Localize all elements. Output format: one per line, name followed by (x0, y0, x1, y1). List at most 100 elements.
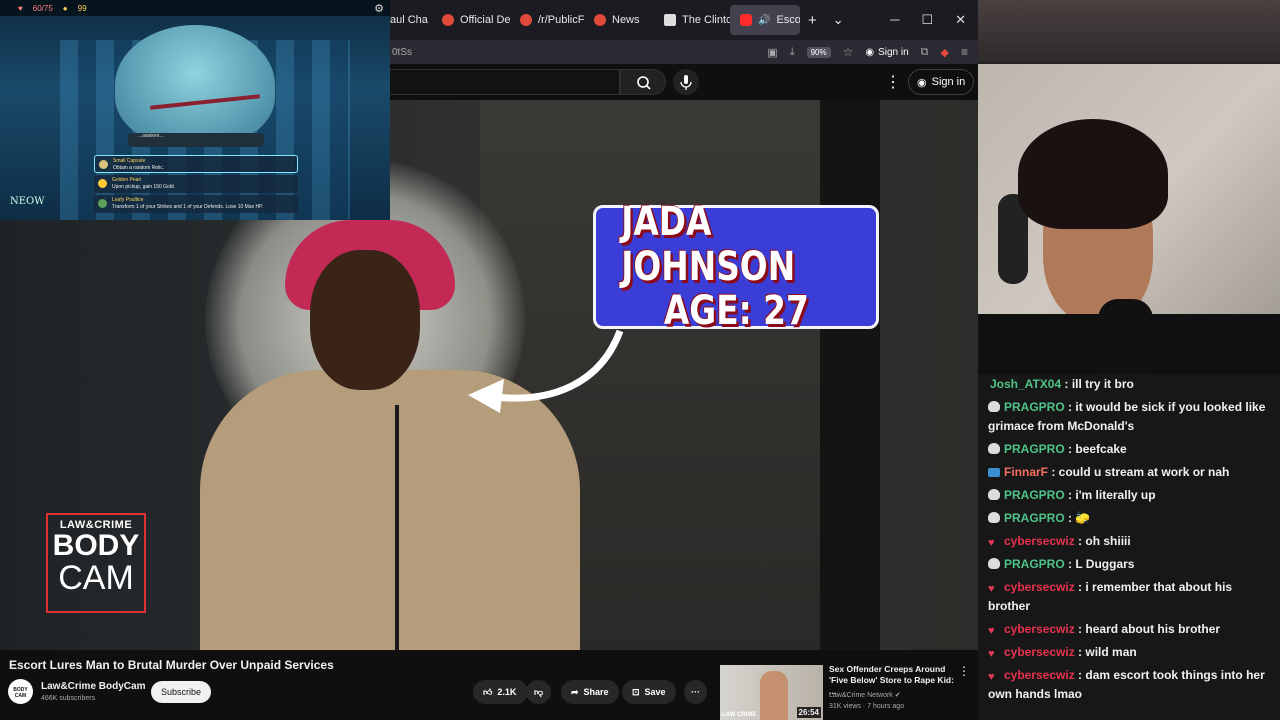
game-gold: 99 (77, 3, 87, 13)
gear-icon[interactable]: ⚙ (374, 2, 384, 15)
chat-message: PRAGPRO : i'm literally up (988, 486, 1272, 505)
user-circle-icon: ◉ (917, 76, 927, 89)
minimize-icon[interactable]: ─ (890, 12, 899, 28)
extensions-icon[interactable]: ⧉ (921, 46, 929, 59)
addon-icon[interactable]: ◆ (941, 46, 949, 59)
settings-more-icon[interactable]: ⋮ (885, 72, 901, 92)
chat-separator: : (1064, 400, 1076, 414)
chat-username[interactable]: FinnarF (1004, 465, 1048, 479)
tab-list-button[interactable]: ⌄ (825, 5, 852, 35)
logo-bottom-text: CAM (58, 559, 134, 597)
close-window-icon[interactable]: ✕ (955, 12, 966, 28)
chat-username[interactable]: cybersecwiz (1004, 668, 1075, 682)
chat-username[interactable]: PRAGPRO (1004, 511, 1065, 525)
chat-message: ♥ cybersecwiz : oh shiiii (988, 532, 1272, 551)
download-icon[interactable]: ⤓ (790, 46, 795, 59)
menu-icon[interactable]: ≡ (961, 45, 968, 59)
share-icon: ➦ (571, 686, 579, 697)
window-controls: ─ ☐ ✕ (890, 12, 978, 28)
maximize-icon[interactable]: ☐ (921, 12, 933, 28)
chat-username[interactable]: cybersecwiz (1004, 534, 1075, 548)
video-info: Escort Lures Man to Brutal Murder Over U… (0, 650, 978, 720)
search-button[interactable] (620, 69, 666, 95)
heart-icon: ♥ (18, 3, 23, 13)
new-tab-button[interactable]: + (800, 5, 825, 35)
account-signin[interactable]: ◉ Sign in (865, 47, 908, 58)
dislike-button[interactable]: 👎︎ (526, 680, 552, 704)
chat-username[interactable]: cybersecwiz (1004, 622, 1075, 636)
chat-separator: : (1074, 622, 1086, 636)
tab-label: /r/PublicFre (538, 14, 584, 26)
tab-2[interactable]: Official Dest (432, 5, 510, 35)
video-duration: 26:54 (796, 707, 821, 718)
voice-search-button[interactable] (673, 69, 699, 95)
chat-message: FinnarF : could u stream at work or nah (988, 463, 1272, 482)
webcam-microphone (1098, 299, 1153, 374)
url-text: 0tSs (392, 46, 413, 58)
arrow-graphic (468, 329, 624, 413)
zoom-level[interactable]: 90% (806, 46, 831, 58)
chat-separator: : (1074, 534, 1086, 548)
game-option[interactable]: Small Capsule Obtain a random Relic. (94, 155, 298, 173)
chat-separator: : (1074, 580, 1086, 594)
recommended-more-icon[interactable]: ⋮ (958, 664, 970, 678)
channel-avatar[interactable]: BODY CAM (8, 679, 33, 704)
skull-badge-icon (988, 401, 1000, 412)
subscribe-button[interactable]: Subscribe (151, 681, 212, 703)
tab-4[interactable]: News (584, 5, 654, 35)
search-input[interactable] (390, 69, 620, 95)
save-button[interactable]: ⊡ Save (622, 680, 676, 704)
recommended-channel-name: Law&Crime Network (829, 692, 893, 699)
channel-name[interactable]: Law&Crime BodyCam (41, 681, 145, 692)
account-icon: ◉ (865, 46, 875, 58)
bookmark-star-icon[interactable]: ☆ (843, 45, 854, 59)
recommended-channel[interactable]: Law&Crime Network ✔ (829, 691, 901, 699)
share-button[interactable]: ➦ Share (561, 680, 619, 704)
chat-message: PRAGPRO : L Duggars (988, 555, 1272, 574)
reader-view-icon[interactable]: ▣ (767, 46, 777, 59)
option-desc: Transform 1 of your Strikes and 1 of you… (112, 203, 264, 210)
search-icon (637, 76, 651, 90)
chat-username[interactable]: PRAGPRO (1004, 442, 1065, 456)
game-hp: 60/75 (32, 3, 53, 13)
wikipedia-icon (664, 14, 676, 26)
chat-separator: : (1064, 442, 1076, 456)
browser-tabbar: aul Cha Official Dest /r/PublicFre News … (390, 0, 978, 40)
like-button[interactable]: 👍︎ 2.1K (473, 680, 529, 704)
tab-5[interactable]: The Clinton (654, 5, 730, 35)
heart-badge-icon: ♥ (988, 583, 995, 595)
youtube-signin-button[interactable]: ◉ Sign in (908, 69, 975, 95)
chat-username[interactable]: cybersecwiz (1004, 645, 1075, 659)
recommended-thumbnail[interactable]: LAW CRIME 26:54 (720, 665, 823, 720)
youtube-signin-label: Sign in (931, 76, 966, 88)
person-head (310, 250, 420, 390)
name-card-name: JADA JOHNSON (621, 198, 796, 290)
chat-text: beefcake (1075, 442, 1127, 456)
video-title: Escort Lures Man to Brutal Murder Over U… (9, 658, 334, 672)
chat-username[interactable]: Josh_ATX04 (990, 377, 1061, 391)
chat-separator: : (1064, 488, 1076, 502)
game-options: Small Capsule Obtain a random Relic. Gold… (94, 155, 298, 215)
game-option[interactable]: Golden Pearl Upon pickup, gain 150 Gold. (94, 175, 298, 193)
tab-3[interactable]: /r/PublicFre (510, 5, 584, 35)
skull-badge-icon (988, 443, 1000, 454)
tv-badge-icon (988, 468, 1000, 477)
chat-username[interactable]: PRAGPRO (1004, 488, 1065, 502)
tab-1[interactable]: aul Cha (390, 5, 432, 35)
game-option[interactable]: Leafy Poultice Transform 1 of your Strike… (94, 195, 298, 213)
chat-text: wild man (1085, 645, 1137, 659)
chat-text: L Duggars (1075, 557, 1135, 571)
url-actions: ▣ ⤓ 90% ☆ ◉ Sign in ⧉ ◆ ≡ (767, 45, 978, 59)
chat-message: ♥ cybersecwiz : heard about his brother (988, 620, 1272, 639)
webcam-hair (1018, 119, 1168, 229)
more-actions-button[interactable]: ··· (684, 680, 707, 704)
chat-username[interactable]: cybersecwiz (1004, 580, 1075, 594)
url-bar[interactable]: 0tSs ▣ ⤓ 90% ☆ ◉ Sign in ⧉ ◆ ≡ (390, 40, 978, 64)
tab-active[interactable]: 🔊Esco✕ (730, 5, 800, 35)
gold-icon (98, 179, 107, 188)
chat-message: PRAGPRO : 🧽 (988, 509, 1272, 528)
chat-username[interactable]: PRAGPRO (1004, 400, 1065, 414)
chat-message: Josh_ATX04 : ill try it bro (988, 375, 1272, 394)
chat-username[interactable]: PRAGPRO (1004, 557, 1065, 571)
chat-message: PRAGPRO : it would be sick if you looked… (988, 398, 1272, 436)
